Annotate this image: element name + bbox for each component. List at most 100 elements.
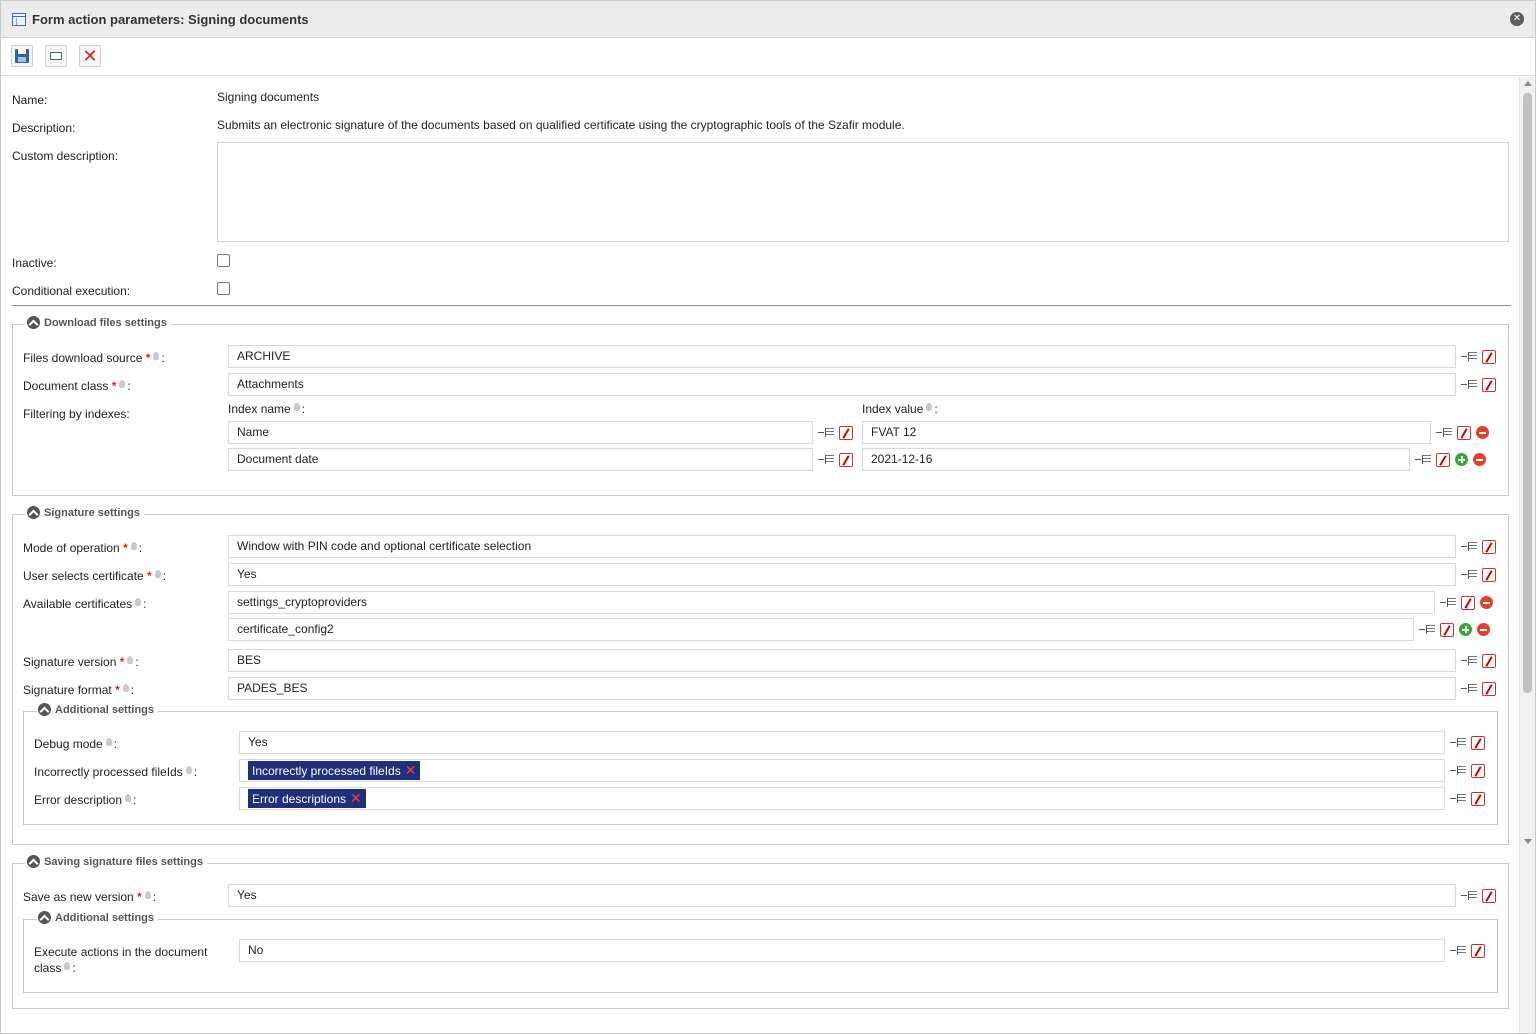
function-icon[interactable]: [1482, 888, 1496, 903]
execute-actions-input[interactable]: No: [239, 939, 1445, 962]
function-icon[interactable]: [839, 425, 853, 440]
debug-mode-input[interactable]: Yes: [239, 731, 1445, 754]
debug-mode-actions: [1450, 731, 1485, 754]
signature-version-actions: [1461, 649, 1496, 672]
dialog-title: Form action parameters: Signing document…: [32, 12, 309, 27]
download-files-legend[interactable]: Download files settings: [25, 316, 171, 329]
inactive-label: Inactive:: [12, 256, 57, 270]
document-class-input[interactable]: Attachments: [228, 373, 1456, 396]
conditional-execution-checkbox[interactable]: [217, 282, 230, 295]
files-download-source-input[interactable]: ARCHIVE: [228, 345, 1456, 368]
function-icon[interactable]: [1482, 653, 1496, 668]
document-class-label: Document class *:: [23, 379, 131, 393]
function-icon[interactable]: [1457, 425, 1471, 440]
saving-signature-legend[interactable]: Saving signature files settings: [25, 855, 207, 868]
remove-icon[interactable]: [1473, 453, 1486, 466]
hint-icon: [119, 380, 126, 388]
map-icon[interactable]: [818, 427, 834, 439]
function-icon[interactable]: [1471, 735, 1485, 750]
index-value-input[interactable]: 2021-12-16: [862, 448, 1410, 471]
scroll-thumb[interactable]: [1523, 93, 1532, 693]
hint-icon: [293, 403, 300, 411]
map-icon[interactable]: [1419, 624, 1435, 636]
function-icon[interactable]: [1482, 681, 1496, 696]
hint-icon: [125, 794, 132, 802]
function-icon[interactable]: [1482, 349, 1496, 364]
map-icon[interactable]: [1440, 597, 1456, 609]
add-icon[interactable]: [1459, 623, 1472, 636]
title-bar: Form action parameters: Signing document…: [1, 1, 1535, 38]
preview-button[interactable]: [45, 45, 67, 67]
scroll-up-icon[interactable]: [1524, 81, 1532, 86]
files-download-source-label: Files download source *:: [23, 351, 165, 365]
function-icon[interactable]: [1482, 567, 1496, 582]
map-icon[interactable]: [1450, 765, 1466, 777]
cancel-button[interactable]: ✕: [79, 45, 101, 67]
map-icon[interactable]: [1461, 541, 1477, 553]
signature-version-input[interactable]: BES: [228, 649, 1456, 672]
available-certificate-input[interactable]: certificate_config2: [228, 618, 1414, 641]
index-name-input[interactable]: Name: [228, 421, 813, 444]
function-icon[interactable]: [1482, 539, 1496, 554]
custom-description-textarea[interactable]: [217, 142, 1509, 242]
chip-remove-icon[interactable]: ✕: [350, 790, 362, 806]
scroll-down-icon[interactable]: [1524, 839, 1532, 844]
user-selects-certificate-input[interactable]: Yes: [228, 563, 1456, 586]
mode-of-operation-input[interactable]: Window with PIN code and optional certif…: [228, 535, 1456, 558]
description-value: Submits an electronic signature of the d…: [217, 118, 905, 132]
error-description-label: Error description:: [34, 793, 137, 807]
function-icon[interactable]: [1440, 622, 1454, 637]
function-icon[interactable]: [839, 452, 853, 467]
signature-additional-legend[interactable]: Additional settings: [36, 703, 158, 716]
map-icon[interactable]: [1461, 683, 1477, 695]
chip-remove-icon[interactable]: ✕: [405, 762, 417, 778]
vertical-scrollbar[interactable]: [1519, 77, 1535, 1033]
add-icon[interactable]: [1455, 453, 1468, 466]
save-as-new-version-input[interactable]: Yes: [228, 884, 1456, 907]
remove-icon[interactable]: [1477, 623, 1490, 636]
hint-icon: [127, 656, 134, 664]
incorrectly-processed-input[interactable]: Incorrectly processed fileIds ✕: [239, 759, 1445, 782]
hint-icon: [122, 684, 129, 692]
available-certificate-input[interactable]: settings_cryptoproviders: [228, 591, 1435, 614]
map-icon[interactable]: [1415, 454, 1431, 466]
index-value-input[interactable]: FVAT 12: [862, 421, 1431, 444]
map-icon[interactable]: [1450, 737, 1466, 749]
index-name-input[interactable]: Document date: [228, 448, 813, 471]
function-icon[interactable]: [1471, 943, 1485, 958]
function-icon[interactable]: [1471, 763, 1485, 778]
signature-format-input[interactable]: PADES_BES: [228, 677, 1456, 700]
saving-additional-legend[interactable]: Additional settings: [36, 911, 158, 924]
hint-icon: [926, 403, 933, 411]
function-icon[interactable]: [1471, 791, 1485, 806]
signature-settings-legend[interactable]: Signature settings: [25, 506, 144, 519]
map-icon[interactable]: [1461, 379, 1477, 391]
map-icon[interactable]: [1461, 655, 1477, 667]
cancel-icon: ✕: [82, 46, 98, 66]
map-icon[interactable]: [1436, 427, 1452, 439]
index-value-actions: [1415, 448, 1486, 471]
function-icon[interactable]: [1436, 452, 1450, 467]
variable-chip[interactable]: Error descriptions ✕: [248, 789, 366, 808]
inactive-checkbox[interactable]: [217, 254, 230, 267]
map-icon[interactable]: [818, 454, 834, 466]
function-icon[interactable]: [1461, 595, 1475, 610]
variable-chip[interactable]: Incorrectly processed fileIds ✕: [248, 761, 421, 780]
error-description-input[interactable]: Error descriptions ✕: [239, 787, 1445, 810]
error-description-actions: [1450, 787, 1485, 810]
separator: [12, 305, 1511, 306]
collapse-icon: [27, 506, 40, 519]
map-icon[interactable]: [1461, 569, 1477, 581]
map-icon[interactable]: [1450, 945, 1466, 957]
mode-of-operation-label: Mode of operation *:: [23, 541, 143, 555]
map-icon[interactable]: [1461, 890, 1477, 902]
close-icon[interactable]: ✕: [1510, 12, 1524, 26]
execute-actions-label: Execute actions in the document: [34, 945, 208, 959]
map-icon[interactable]: [1461, 351, 1477, 363]
function-icon[interactable]: [1482, 377, 1496, 392]
remove-icon[interactable]: [1480, 596, 1493, 609]
remove-icon[interactable]: [1476, 426, 1489, 439]
hint-icon: [154, 570, 161, 578]
save-button[interactable]: [11, 45, 33, 67]
map-icon[interactable]: [1450, 793, 1466, 805]
